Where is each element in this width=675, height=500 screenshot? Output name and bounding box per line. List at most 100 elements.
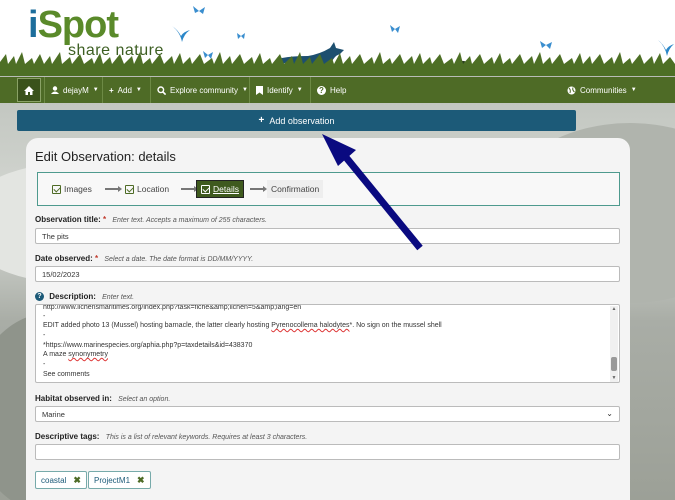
nav-help-link[interactable]: ? Help [310, 77, 346, 103]
description-line: - [43, 332, 46, 339]
arrow-right-icon [105, 186, 122, 192]
chevron-down-icon: ⌄ [606, 409, 613, 418]
date-hint: Select a date. The date format is DD/MM/… [104, 256, 254, 263]
habitat-field-label: Habitat observed in: Select an option. [35, 394, 170, 403]
question-icon: ? [317, 85, 326, 95]
nav-explore-label: Explore community [170, 85, 239, 95]
tag-chip: ProjectM1 ✖ [88, 471, 151, 489]
nav-explore-menu[interactable]: Explore community ▼ [150, 77, 248, 103]
remove-tag-icon[interactable]: ✖ [137, 475, 145, 486]
bookmark-icon [256, 85, 263, 95]
logo-text: Spot [37, 4, 119, 46]
butterfly-icon [540, 41, 552, 49]
tag-chip: coastal ✖ [35, 471, 87, 489]
description-line: *https://www.marinespecies.org/aphia.php… [43, 342, 253, 349]
description-line: - [43, 361, 46, 368]
ispot-logo[interactable]: iSpot share nature [28, 4, 163, 59]
description-label-text: Description: [49, 292, 96, 301]
description-hint: Enter text. [102, 294, 135, 301]
title-label-text: Observation title: [35, 215, 101, 224]
caret-down-icon: ▼ [92, 87, 99, 93]
description-text: *. No sign on the mussel shell [349, 322, 442, 329]
arrow-right-icon [181, 186, 198, 192]
nav-identify-menu[interactable]: Identify ▼ [249, 77, 303, 103]
date-field-label: Date observed: * Select a date. The date… [35, 254, 253, 263]
arrow-right-icon [250, 186, 267, 192]
remove-tag-icon[interactable]: ✖ [73, 475, 81, 486]
date-input[interactable]: 15/02/2023 [35, 266, 620, 282]
add-observation-button[interactable]: + Add observation [17, 110, 576, 131]
description-line: EDIT added photo 13 (Mussel) hosting bar… [43, 322, 442, 329]
nav-user-label: dejayM [63, 85, 89, 95]
description-textarea[interactable]: http://www.lichensmaritimes.org/index.ph… [35, 304, 620, 383]
tags-hint: This is a list of relevant keywords. Req… [105, 434, 308, 441]
description-text: Pyrenocollema halodytes [271, 322, 350, 329]
habitat-label-text: Habitat observed in: [35, 394, 112, 403]
checkbox-checked-icon [52, 184, 61, 194]
plus-icon: + [109, 85, 114, 95]
search-icon [157, 85, 166, 95]
nav-help-label: Help [330, 85, 347, 95]
user-icon [51, 86, 59, 94]
question-icon[interactable]: ? [35, 292, 44, 302]
step-location-label: Location [137, 184, 170, 194]
title-input[interactable]: The pits [35, 228, 620, 244]
tags-field-label: Descriptive tags: This is a list of rele… [35, 432, 307, 441]
tag-label: coastal [41, 475, 67, 485]
tags-input[interactable] [35, 444, 620, 460]
tag-label: ProjectM1 [94, 475, 131, 485]
step-images-label: Images [64, 184, 92, 194]
nav-communities-label: Communities [580, 85, 627, 95]
title-hint: Enter text. Accepts a maximum of 255 cha… [112, 217, 267, 224]
step-images[interactable]: Images [48, 180, 96, 198]
habitat-select[interactable]: Marine ⌄ [35, 406, 620, 422]
butterfly-icon [237, 33, 245, 39]
home-button[interactable] [17, 78, 41, 102]
checkbox-checked-icon [201, 184, 210, 194]
step-details[interactable]: Details [196, 180, 244, 198]
title-field-label: Observation title: * Enter text. Accepts… [35, 215, 267, 224]
description-text: EDIT added photo 13 (Mussel) hosting bar… [43, 322, 272, 329]
site-header: iSpot share nature [0, 0, 675, 76]
description-text: synonymetry [68, 351, 108, 358]
caret-down-icon: ▼ [630, 87, 637, 93]
wizard-steps: Images Location Details Confirmation [37, 172, 620, 206]
home-icon [24, 85, 34, 95]
tags-label-text: Descriptive tags: [35, 432, 100, 441]
description-line: - [43, 313, 46, 320]
caret-down-icon: ▼ [242, 87, 248, 93]
required-marker: * [103, 215, 107, 224]
step-confirmation[interactable]: Confirmation [267, 180, 324, 198]
caret-down-icon: ▼ [296, 87, 303, 93]
scroll-up-icon[interactable]: ▲ [611, 306, 617, 312]
add-observation-label: Add observation [269, 115, 335, 126]
description-line: See comments [43, 371, 90, 378]
plus-icon: + [258, 115, 265, 126]
habitat-hint: Select an option. [118, 396, 171, 403]
main-nav: dejayM ▼ + Add ▼ Explore community ▼ Identi… [0, 77, 675, 103]
butterfly-icon [193, 6, 205, 14]
step-location[interactable]: Location [121, 180, 173, 198]
nav-add-label: Add [117, 85, 132, 95]
globe-icon [567, 86, 576, 94]
description-text: A maze [43, 351, 69, 358]
scroll-down-icon[interactable]: ▼ [611, 375, 617, 381]
butterfly-icon [390, 25, 400, 33]
page-title: Edit Observation: details [35, 149, 176, 164]
scrollbar-thumb[interactable] [611, 357, 617, 371]
date-label-text: Date observed: [35, 254, 93, 263]
nav-communities-menu[interactable]: Communities ▼ [561, 77, 637, 103]
habitat-selected-value: Marine [42, 410, 65, 419]
step-details-label: Details [213, 184, 239, 194]
nav-user-menu[interactable]: dejayM ▼ [44, 77, 99, 103]
nav-add-menu[interactable]: + Add ▼ [102, 77, 142, 103]
caret-down-icon: ▼ [135, 87, 142, 93]
logo-i: i [28, 4, 39, 46]
description-field-label: ? Description: Enter text. [35, 292, 135, 302]
nav-identify-label: Identify [267, 85, 293, 95]
swallow-icon [172, 26, 190, 42]
step-confirmation-label: Confirmation [271, 184, 320, 194]
description-line: http://www.lichensmaritimes.org/index.ph… [43, 304, 302, 311]
description-line: A maze synonymetry [43, 351, 108, 358]
edit-observation-panel: Edit Observation: details Images Locatio… [26, 138, 630, 500]
